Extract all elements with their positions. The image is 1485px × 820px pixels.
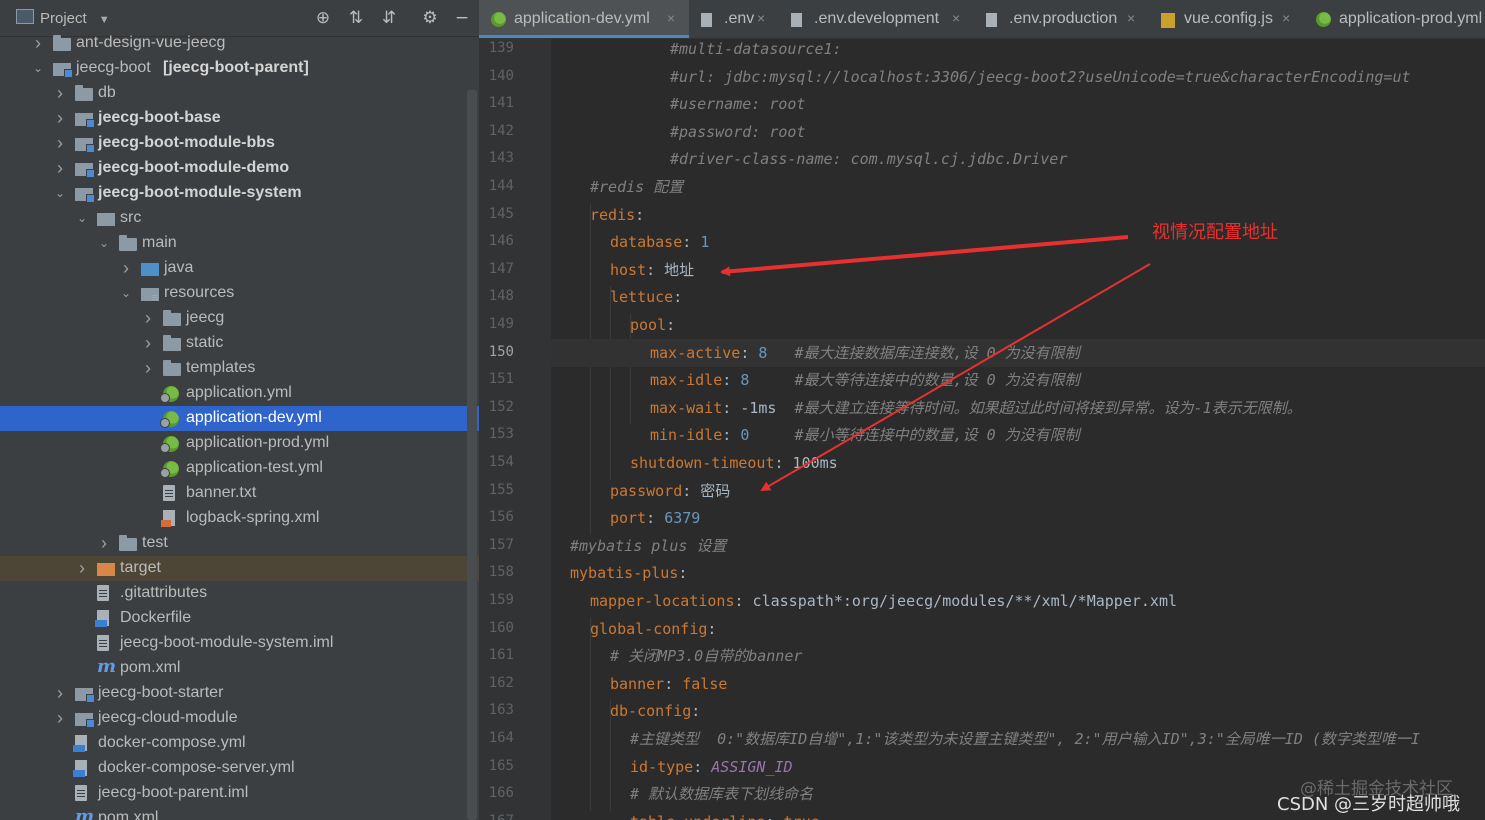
arrow-to-password (760, 263, 1151, 492)
annotation-arrows (720, 235, 1151, 492)
arrow-to-host (720, 235, 1129, 277)
watermark-csdn: CSDN @三岁时超帅哦 (1277, 794, 1461, 815)
